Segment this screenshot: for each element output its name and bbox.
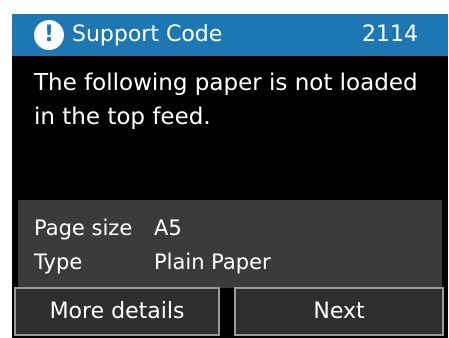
paper-type-value: Plain Paper xyxy=(154,250,271,274)
paper-info-panel: Page size A5 Type Plain Paper xyxy=(18,200,442,288)
more-details-button[interactable]: More details xyxy=(14,287,220,336)
alert-icon: ! xyxy=(34,20,64,50)
header-title: Support Code xyxy=(72,22,223,47)
printer-display: ! Support Code 2114 The following paper … xyxy=(12,14,448,338)
page-size-label: Page size xyxy=(34,216,133,240)
page-size-value: A5 xyxy=(154,216,182,240)
support-code-header: ! Support Code 2114 xyxy=(12,14,448,56)
support-code-number: 2114 xyxy=(362,22,418,47)
page-size-row: Page size A5 xyxy=(34,214,182,242)
paper-type-row: Type Plain Paper xyxy=(34,248,271,276)
next-button[interactable]: Next xyxy=(234,287,444,336)
paper-type-label: Type xyxy=(34,250,83,274)
error-message: The following paper is not loaded in the… xyxy=(34,70,418,130)
